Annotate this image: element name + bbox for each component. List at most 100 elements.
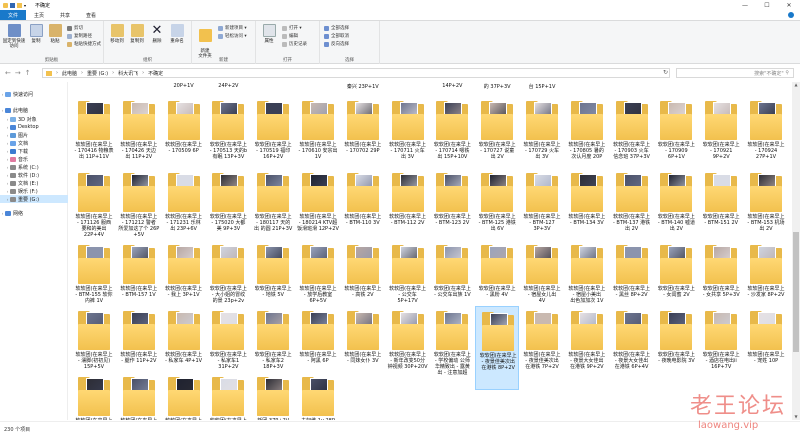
select-all-button[interactable]: 全部选择 xyxy=(324,25,349,31)
nav-item[interactable]: › 图片 xyxy=(0,131,68,139)
nav-item[interactable]: › 3D 对象 xyxy=(0,115,68,123)
folder-icon xyxy=(346,310,379,350)
nav-item-label: 图片 xyxy=(18,132,29,139)
nav-item[interactable]: › 音乐 xyxy=(0,155,68,163)
properties-button[interactable]: 属性 xyxy=(258,24,280,44)
scroll-thumb[interactable] xyxy=(793,232,799,352)
maximize-button[interactable]: ☐ xyxy=(756,0,778,10)
nav-item[interactable]: › 文档 (E:) xyxy=(0,179,68,187)
status-bar: 230 个项目 xyxy=(0,421,800,437)
nav-item[interactable]: › Desktop xyxy=(0,123,68,131)
partial-folder-label[interactable]: 24P+2V xyxy=(206,83,250,89)
folder-item[interactable]: 软软团(在来早上 - 学校偏动 公师 华精致出 - 露黄 出 - 注意加超 xyxy=(430,306,474,390)
tab-home[interactable]: 主页 xyxy=(26,10,52,20)
breadcrumb-drive-g[interactable]: 重要 (G:) xyxy=(87,70,108,77)
back-arrow-icon[interactable]: ← xyxy=(5,69,11,77)
invert-selection-button[interactable]: 反向选择 xyxy=(324,41,349,47)
nav-item[interactable]: › 快速访问 xyxy=(0,90,68,98)
folder-label: 软软团(在来早上 - 夜景佳美次出 在港铁 7P+2V xyxy=(523,352,561,370)
nav-item-icon xyxy=(10,124,16,130)
partial-folder-label[interactable]: 秦兴 23P+1V xyxy=(341,83,385,90)
refresh-icon[interactable]: ↻ xyxy=(663,69,668,76)
folder-item[interactable]: 软软团(在来早上 - 酒店在电出ii 16P+7V xyxy=(699,306,743,390)
nav-item[interactable]: › 网络 xyxy=(0,209,68,217)
tab-view[interactable]: 查看 xyxy=(78,10,104,20)
nav-item[interactable]: › 软件 (D:) xyxy=(0,171,68,179)
partial-folder-label[interactable]: 的 37P+3V xyxy=(475,83,519,90)
nav-item[interactable]: › 系统 (C:) xyxy=(0,163,68,171)
copy-to-button[interactable]: 复制到 xyxy=(126,24,148,44)
tab-file[interactable]: 文件 xyxy=(0,10,27,20)
scroll-up-icon[interactable]: ▲ xyxy=(792,82,800,88)
cut-button[interactable]: 剪切 xyxy=(67,25,83,31)
folder-item[interactable]: 软软团(在来早上 - 夜晚电影院 3V xyxy=(654,306,698,390)
history-button[interactable]: 历史记录 xyxy=(282,41,307,47)
folder-label: 软软团(在来早上 - 夜景佳美次出 在港铁 8P+2V xyxy=(479,353,517,371)
copy-path-button[interactable]: 复制路径 xyxy=(67,33,92,39)
folder-item[interactable]: 软软团(在来早上 - 夜景大女佳出 在港铁 9P+2V xyxy=(565,306,609,390)
new-item-button[interactable]: 新建项目 ▾ xyxy=(218,25,247,31)
pin-quick-access-button[interactable]: 固定到快速访问 xyxy=(2,24,26,49)
nav-item[interactable]: › 下载 xyxy=(0,147,68,155)
folder-label: 软软团(在来早上 - 宿屋小美出 出色加加次 1V xyxy=(568,286,606,304)
up-arrow-icon[interactable]: ↑ xyxy=(25,69,31,77)
folder-item[interactable]: 夫妇维 1v 28P xyxy=(296,372,340,420)
folder-icon[interactable] xyxy=(17,2,22,8)
folder-item[interactable]: 软软团(在来早上 - 夜景佳美次出 在港铁 7P+2V xyxy=(520,306,564,390)
easy-access-button[interactable]: 轻松访问 ▾ xyxy=(218,33,247,39)
folder-item[interactable]: 软软团(在来早上 - 夜景佳美次出 在港铁 8P+2V xyxy=(475,306,520,390)
partial-folder-label[interactable]: 台 15P+1V xyxy=(520,83,564,90)
help-icon[interactable] xyxy=(788,12,794,18)
folder-item[interactable]: 软软团(在来早上 - 同妹女仆 3V xyxy=(341,306,385,390)
edit-button[interactable]: 编辑 xyxy=(282,33,298,39)
partial-folder-label[interactable]: 20P+1V xyxy=(162,83,206,89)
select-none-icon xyxy=(324,33,329,39)
chevron-down-icon[interactable]: ▾ xyxy=(24,3,29,8)
folder-label: 软软团(在来早上 - BTM-125 港铁 出 6V xyxy=(478,214,516,232)
paste-shortcut-button[interactable]: 粘贴快捷方式 xyxy=(67,41,101,47)
folder-label: 软软团(在来早上 - 罗阿门 xyxy=(117,418,161,420)
folder-item[interactable]: 软软团(在来早上 - 在宾馆服服务 在开开服位平 xyxy=(206,372,250,420)
folder-item[interactable]: 软软团(在来早上 - 新年改变50分 钟视频 30P+20V xyxy=(386,306,430,390)
search-input[interactable]: 搜索"不确定" ⚲ xyxy=(676,68,794,78)
tab-share[interactable]: 共享 xyxy=(52,10,78,20)
nav-item[interactable]: › 此电脑 xyxy=(0,106,68,114)
pin-icon xyxy=(7,24,21,37)
open-button[interactable]: 打开 ▾ xyxy=(282,25,302,31)
select-none-button[interactable]: 全部取消 xyxy=(324,33,349,39)
scroll-down-icon[interactable]: ▼ xyxy=(792,414,800,420)
folder-label: 软软团(在来早上 - BTM-157 1V xyxy=(120,286,158,298)
nav-item[interactable]: › 娱乐 (F:) xyxy=(0,187,68,195)
delete-button[interactable]: ✕ 删除 xyxy=(146,24,168,44)
folder-icon xyxy=(46,70,52,76)
save-icon[interactable] xyxy=(10,2,15,8)
breadcrumb-iflytek[interactable]: 科大讯飞 xyxy=(118,70,138,77)
vertical-scrollbar[interactable]: ▲ ▼ xyxy=(792,82,800,420)
copy-icon xyxy=(29,24,43,37)
folder-label: 软软团(在来早上 - 170702 29P xyxy=(344,142,382,154)
nav-item[interactable]: › 重要 (G:) xyxy=(0,195,68,203)
folder-item[interactable]: 软软团(在来早上 - 夜景大女佳出 在港铁 6P+4V xyxy=(610,306,654,390)
address-bar[interactable]: › 此电脑 › 重要 (G:) › 科大讯飞 › 不确定 xyxy=(42,68,670,78)
folder-item[interactable]: 软软团(在来早上 - 罗阿门 xyxy=(117,372,161,420)
rename-button[interactable]: 重命名 xyxy=(166,24,188,44)
minimize-button[interactable]: — xyxy=(734,0,756,10)
folder-label: 软软团(在来早上 - BTM-123 2V xyxy=(433,214,471,226)
folder-label: 软软团(在来早上 - 罗阿系 2V xyxy=(72,418,116,420)
forward-arrow-icon[interactable]: → xyxy=(15,69,21,77)
folder-label: 软软团(在来早上 - 170509 6P xyxy=(165,142,203,154)
close-button[interactable]: ✕ xyxy=(778,0,800,10)
paste-button[interactable]: 粘贴 xyxy=(44,24,66,44)
paste-icon xyxy=(48,24,62,37)
folder-item[interactable]: 软软团(在来早上 - 罗阿系 2V xyxy=(72,372,116,420)
move-to-button[interactable]: 移动到 xyxy=(106,24,128,44)
folder-item[interactable]: 新团 37P+2V xyxy=(251,372,295,420)
nav-item-icon xyxy=(10,188,16,194)
breadcrumb-current[interactable]: 不确定 xyxy=(148,70,163,77)
breadcrumb-this-pc[interactable]: 此电脑 xyxy=(62,70,77,77)
folder-item[interactable]: 软软团(在来早上 - 宠姓 10P xyxy=(744,306,788,390)
nav-item[interactable]: › 文档 xyxy=(0,139,68,147)
folder-item[interactable]: 软软团(在来早上 - 在午米阵 xyxy=(162,372,206,420)
folder-icon xyxy=(212,244,245,284)
partial-folder-label[interactable]: 14P+2V xyxy=(430,83,474,89)
